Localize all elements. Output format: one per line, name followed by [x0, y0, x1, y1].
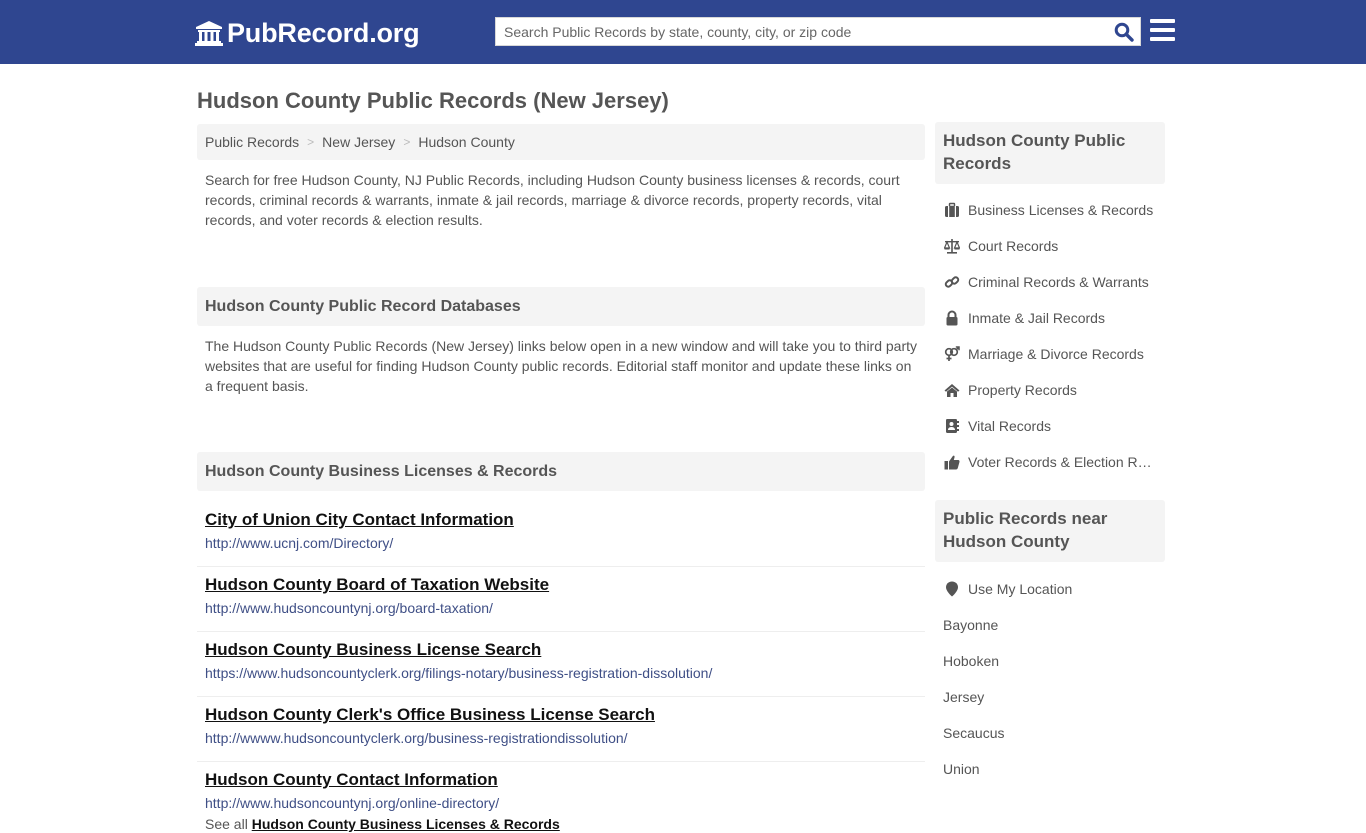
record-link-url: http://wwww.hudsoncountyclerk.org/busine…	[205, 730, 628, 746]
record-link-title[interactable]: City of Union City Contact Information	[205, 510, 514, 530]
see-all-prefix: See all	[205, 816, 248, 832]
hamburger-bar	[1150, 37, 1175, 41]
search-icon	[1114, 22, 1134, 42]
list-item: Hudson County Clerk's Office Business Li…	[197, 697, 925, 762]
hamburger-bar	[1150, 28, 1175, 32]
sidebar-item-criminal[interactable]: Criminal Records & Warrants	[935, 264, 1165, 300]
list-item: Hudson County Business License Search ht…	[197, 632, 925, 697]
main-content: Public Records > New Jersey > Hudson Cou…	[197, 124, 925, 833]
record-link-title[interactable]: Hudson County Contact Information	[205, 770, 498, 790]
sidebar-item-vital[interactable]: Vital Records	[935, 408, 1165, 444]
hamburger-bar	[1150, 19, 1175, 23]
sidebar-near-list: Use My Location Bayonne Hoboken Jersey S…	[935, 562, 1165, 787]
sidebar-item-marriage[interactable]: Marriage & Divorce Records	[935, 336, 1165, 372]
breadcrumb-public-records[interactable]: Public Records	[205, 134, 299, 150]
sidebar-records-heading: Hudson County Public Records	[935, 122, 1165, 184]
near-link-jersey[interactable]: Jersey	[935, 679, 1165, 715]
sidebar-item-label: Marriage & Divorce Records	[968, 346, 1144, 362]
databases-text: The Hudson County Public Records (New Je…	[205, 338, 918, 394]
map-marker-icon	[943, 581, 960, 598]
near-link-hoboken[interactable]: Hoboken	[935, 643, 1165, 679]
list-item: Hudson County Board of Taxation Website …	[197, 567, 925, 632]
record-link-url: https://www.hudsoncountyclerk.org/filing…	[205, 665, 713, 681]
lock-icon	[943, 310, 960, 327]
record-link-url: http://www.ucnj.com/Directory/	[205, 535, 394, 551]
record-link-url: http://www.hudsoncountynj.org/online-dir…	[205, 795, 500, 811]
sidebar-item-court[interactable]: Court Records	[935, 228, 1165, 264]
link-icon	[943, 274, 960, 291]
sidebar-item-label: Business Licenses & Records	[968, 202, 1154, 218]
see-all-row: See all Hudson County Business Licenses …	[197, 815, 925, 833]
sidebar-item-label: Voter Records & Election Results	[968, 454, 1158, 470]
near-link-secaucus[interactable]: Secaucus	[935, 715, 1165, 751]
address-book-icon	[943, 418, 960, 435]
sidebar-near-heading: Public Records near Hudson County	[935, 500, 1165, 562]
sidebar-item-label: Vital Records	[968, 418, 1052, 434]
menu-button[interactable]	[1150, 19, 1175, 42]
home-icon	[943, 382, 960, 399]
list-item: City of Union City Contact Information h…	[197, 502, 925, 567]
intro-text: Search for free Hudson County, NJ Public…	[205, 172, 900, 228]
briefcase-icon	[943, 202, 960, 219]
breadcrumb-separator: >	[307, 135, 315, 149]
sidebar-item-label: Property Records	[968, 382, 1077, 398]
sidebar-item-business[interactable]: Business Licenses & Records	[935, 192, 1165, 228]
sidebar-item-inmate[interactable]: Inmate & Jail Records	[935, 300, 1165, 336]
see-all-link[interactable]: Hudson County Business Licenses & Record…	[252, 816, 560, 832]
breadcrumb: Public Records > New Jersey > Hudson Cou…	[197, 124, 925, 160]
sidebar-item-voter[interactable]: Voter Records & Election Results	[935, 444, 1165, 480]
search-box	[495, 17, 1141, 46]
databases-heading: Hudson County Public Record Databases	[197, 287, 925, 326]
sidebar: Hudson County Public Records Business Li…	[935, 122, 1165, 787]
sidebar-item-label: Criminal Records & Warrants	[968, 274, 1149, 290]
business-heading: Hudson County Business Licenses & Record…	[197, 452, 925, 491]
thumbs-up-icon	[943, 454, 960, 471]
breadcrumb-hudson-county[interactable]: Hudson County	[418, 134, 515, 150]
business-links-list: City of Union City Contact Information h…	[197, 491, 925, 833]
search-button[interactable]	[1114, 22, 1134, 42]
sidebar-item-label: Court Records	[968, 238, 1059, 254]
site-logo[interactable]: PubRecord.org	[195, 17, 420, 49]
record-link-title[interactable]: Hudson County Clerk's Office Business Li…	[205, 705, 655, 725]
search-input[interactable]	[496, 18, 1106, 45]
sidebar-item-label: Inmate & Jail Records	[968, 310, 1105, 326]
use-my-location-button[interactable]: Use My Location	[935, 571, 1165, 607]
page-title: Hudson County Public Records (New Jersey…	[197, 88, 669, 113]
courthouse-icon	[195, 21, 223, 46]
record-link-title[interactable]: Hudson County Board of Taxation Website	[205, 575, 549, 595]
breadcrumb-separator: >	[403, 135, 411, 149]
record-link-url: http://www.hudsoncountynj.org/board-taxa…	[205, 600, 493, 616]
venus-mars-icon	[943, 346, 960, 363]
balance-scale-icon	[943, 238, 960, 255]
record-link-title[interactable]: Hudson County Business License Search	[205, 640, 541, 660]
near-link-bayonne[interactable]: Bayonne	[935, 607, 1165, 643]
logo-text: PubRecord.org	[227, 17, 420, 48]
site-header: PubRecord.org	[0, 0, 1366, 64]
use-my-location-label: Use My Location	[968, 581, 1073, 597]
sidebar-item-property[interactable]: Property Records	[935, 372, 1165, 408]
near-link-union[interactable]: Union	[935, 751, 1165, 787]
breadcrumb-new-jersey[interactable]: New Jersey	[322, 134, 395, 150]
sidebar-records-list: Business Licenses & Records Court Record…	[935, 184, 1165, 480]
